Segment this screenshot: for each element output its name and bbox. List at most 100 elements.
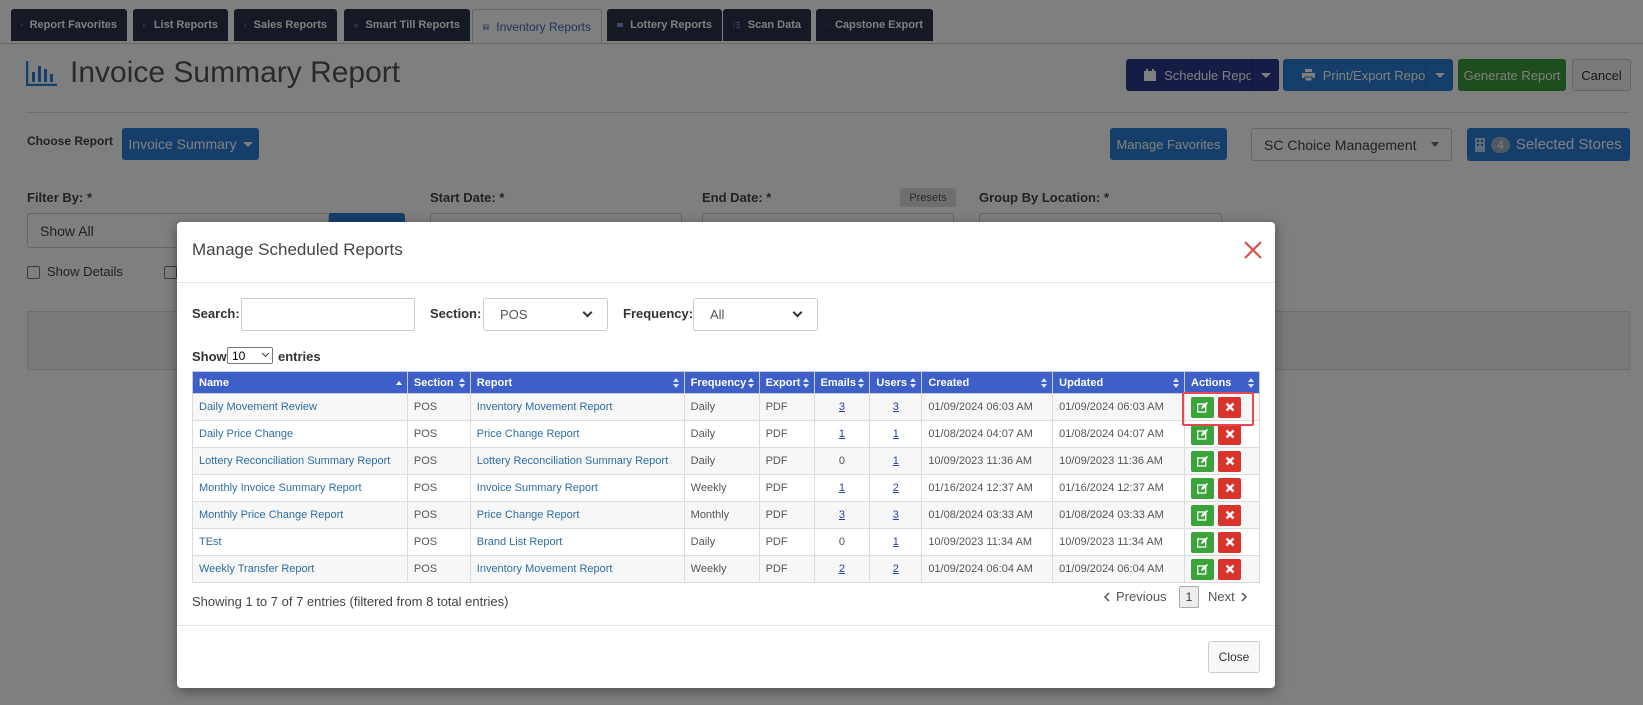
entries-select[interactable]: 10 <box>227 347 273 364</box>
cell-export: PDF <box>758 447 815 475</box>
report-link[interactable]: Inventory Movement Report <box>477 563 613 575</box>
report-name-link[interactable]: Daily Movement Review <box>199 401 317 413</box>
edit-icon <box>1197 455 1209 467</box>
cell-created: 10/09/2023 11:34 AM <box>921 528 1054 556</box>
table-header-row: Name Section Report Frequency Export Ema… <box>192 371 1260 394</box>
cell-frequency: Weekly <box>683 555 760 583</box>
close-button[interactable]: Close <box>1208 641 1260 673</box>
report-name-link[interactable]: TEst <box>199 536 222 548</box>
sort-icon <box>747 378 754 388</box>
cell-report: Lottery Reconciliation Summary Report <box>469 447 685 475</box>
sort-icon <box>1248 378 1254 388</box>
search-input[interactable] <box>241 298 415 331</box>
users-count-link[interactable]: 1 <box>893 428 899 440</box>
column-header-export[interactable]: Export <box>758 371 815 394</box>
cell-export: PDF <box>758 474 815 502</box>
delete-button[interactable] <box>1218 450 1242 472</box>
report-link[interactable]: Inventory Movement Report <box>477 401 613 413</box>
delete-x-icon <box>1225 510 1234 520</box>
cell-actions <box>1184 447 1260 475</box>
delete-x-icon <box>1225 429 1234 439</box>
report-name-link[interactable]: Monthly Price Change Report <box>199 509 343 521</box>
frequency-select[interactable]: All <box>693 298 818 331</box>
users-count-link[interactable]: 2 <box>893 482 899 494</box>
users-count-link[interactable]: 1 <box>893 455 899 467</box>
users-count-link[interactable]: 1 <box>893 536 899 548</box>
emails-count-link[interactable]: 3 <box>839 509 845 521</box>
cell-export: PDF <box>758 420 815 448</box>
cell-section: POS <box>406 474 471 502</box>
report-link[interactable]: Price Change Report <box>477 428 580 440</box>
emails-count-link[interactable]: 1 <box>839 428 845 440</box>
edit-button[interactable] <box>1191 531 1215 553</box>
report-name-link[interactable]: Weekly Transfer Report <box>199 563 314 575</box>
previous-page-button[interactable]: Previous <box>1103 589 1167 604</box>
edit-button[interactable] <box>1191 423 1215 445</box>
page-number-button[interactable]: 1 <box>1179 586 1199 608</box>
chevron-left-icon <box>1103 591 1110 602</box>
cell-actions <box>1184 474 1260 502</box>
cell-emails: 1 <box>813 474 871 502</box>
column-header-actions[interactable]: Actions <box>1184 371 1260 394</box>
column-header-section[interactable]: Section <box>406 371 471 394</box>
cell-created: 01/16/2024 12:37 AM <box>921 474 1054 502</box>
cell-report: Inventory Movement Report <box>469 393 685 421</box>
column-header-emails[interactable]: Emails <box>813 371 871 394</box>
report-name-link[interactable]: Monthly Invoice Summary Report <box>199 482 362 494</box>
edit-button[interactable] <box>1191 504 1215 526</box>
cell-users: 1 <box>869 528 923 556</box>
emails-count: 0 <box>838 455 846 467</box>
cell-section: POS <box>406 501 471 529</box>
cell-actions <box>1184 555 1260 583</box>
edit-icon <box>1197 509 1209 521</box>
section-select[interactable]: POS <box>483 298 608 331</box>
column-header-created[interactable]: Created <box>921 371 1054 394</box>
edit-button[interactable] <box>1191 450 1215 472</box>
edit-button[interactable] <box>1191 477 1215 499</box>
report-link[interactable]: Lottery Reconciliation Summary Report <box>477 455 668 467</box>
report-link[interactable]: Invoice Summary Report <box>477 482 598 494</box>
cell-updated: 10/09/2023 11:34 AM <box>1052 528 1186 556</box>
show-label: Show <box>192 349 227 364</box>
delete-x-icon <box>1225 564 1234 574</box>
cell-emails: 2 <box>813 555 871 583</box>
next-page-button[interactable]: Next <box>1208 589 1248 604</box>
table-row: Daily Price Change POS Price Change Report… <box>192 420 1260 448</box>
edit-icon <box>1197 428 1209 440</box>
cell-section: POS <box>406 528 471 556</box>
delete-button[interactable] <box>1218 423 1242 445</box>
sort-icon <box>1041 378 1048 388</box>
cell-updated: 01/09/2024 06:03 AM <box>1052 393 1186 421</box>
emails-count-link[interactable]: 1 <box>839 482 845 494</box>
report-link[interactable]: Price Change Report <box>477 509 580 521</box>
column-header-updated[interactable]: Updated <box>1052 371 1186 394</box>
cell-export: PDF <box>758 393 815 421</box>
report-name-link[interactable]: Daily Price Change <box>199 428 293 440</box>
delete-button[interactable] <box>1218 558 1242 580</box>
cell-users: 3 <box>869 393 923 421</box>
delete-button[interactable] <box>1218 504 1242 526</box>
users-count-link[interactable]: 2 <box>893 563 899 575</box>
manage-scheduled-reports-modal: Manage Scheduled Reports Search: Section… <box>177 222 1275 688</box>
report-link[interactable]: Brand List Report <box>477 536 563 548</box>
chevron-down-icon <box>261 349 270 358</box>
edit-button[interactable] <box>1191 558 1215 580</box>
users-count-link[interactable]: 3 <box>893 509 899 521</box>
cell-created: 01/08/2024 04:07 AM <box>921 420 1054 448</box>
cell-users: 1 <box>869 420 923 448</box>
column-header-report[interactable]: Report <box>469 371 685 394</box>
cell-section: POS <box>406 447 471 475</box>
delete-button[interactable] <box>1218 531 1242 553</box>
sort-icon <box>910 378 917 388</box>
cell-report: Invoice Summary Report <box>469 474 685 502</box>
column-header-users[interactable]: Users <box>869 371 923 394</box>
cell-emails: 1 <box>813 420 871 448</box>
emails-count-link[interactable]: 2 <box>839 563 845 575</box>
column-header-name[interactable]: Name <box>192 371 408 394</box>
close-icon[interactable] <box>1242 239 1264 261</box>
emails-count-link[interactable]: 3 <box>839 401 845 413</box>
users-count-link[interactable]: 3 <box>893 401 899 413</box>
report-name-link[interactable]: Lottery Reconciliation Summary Report <box>199 455 390 467</box>
delete-button[interactable] <box>1218 477 1242 499</box>
column-header-frequency[interactable]: Frequency <box>683 371 760 394</box>
